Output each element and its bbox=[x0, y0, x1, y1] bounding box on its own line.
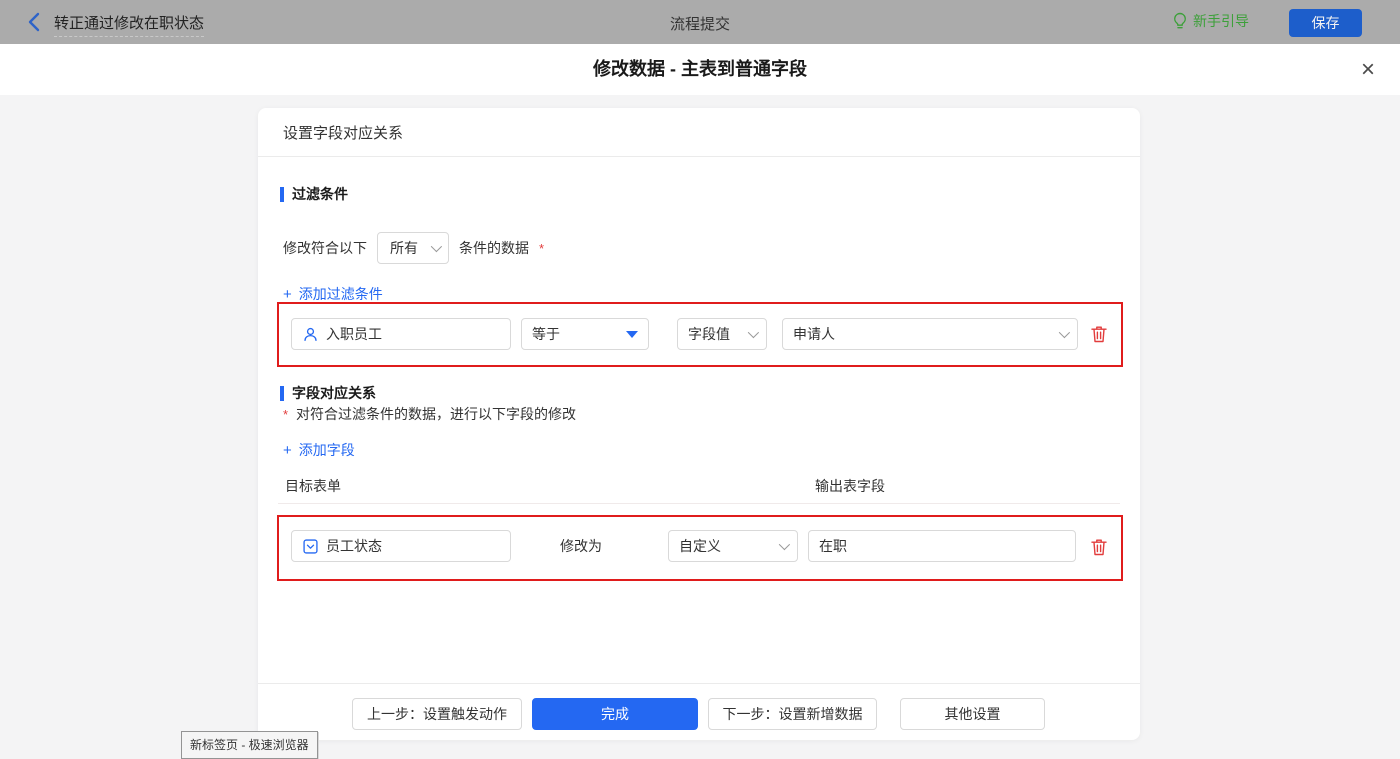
dropdown-arrow-icon bbox=[626, 330, 638, 338]
condition-suffix-label: 条件的数据 bbox=[459, 240, 529, 256]
target-field-value: 员工状态 bbox=[326, 538, 382, 554]
settings-card: 设置字段对应关系 过滤条件 修改符合以下 所有 条件的数据 * + 添加过滤条件 bbox=[258, 108, 1140, 740]
plus-icon: + bbox=[283, 285, 292, 303]
filter-field-value: 入职员工 bbox=[326, 326, 382, 342]
target-field-input[interactable]: 员工状态 bbox=[291, 530, 511, 562]
person-icon bbox=[304, 327, 317, 341]
mapping-section-title: 字段对应关系 bbox=[280, 383, 376, 403]
filter-section-title: 过滤条件 bbox=[280, 184, 348, 204]
card-title: 设置字段对应关系 bbox=[283, 125, 404, 142]
modify-type-select[interactable]: 自定义 bbox=[668, 530, 798, 562]
divider bbox=[278, 503, 1120, 504]
next-step-button[interactable]: 下一步：设置新增数据 bbox=[708, 698, 877, 730]
divider bbox=[258, 683, 1140, 684]
page-title: 流程提交 bbox=[669, 16, 731, 33]
flow-name-label[interactable]: 转正通过修改在职状态 bbox=[54, 12, 205, 37]
modify-to-label: 修改为 bbox=[560, 538, 602, 554]
newbie-guide-label: 新手引导 bbox=[1193, 13, 1249, 29]
target-form-column-header: 目标表单 bbox=[285, 478, 341, 494]
custom-value: 在职 bbox=[819, 538, 847, 554]
chevron-left-icon bbox=[28, 12, 40, 32]
add-filter-condition-link[interactable]: + 添加过滤条件 bbox=[283, 284, 383, 304]
required-mark: * bbox=[283, 407, 289, 422]
section-accent-bar bbox=[280, 186, 284, 202]
newbie-guide-link[interactable]: 新手引导 bbox=[1172, 11, 1249, 31]
condition-prefix-label: 修改符合以下 bbox=[283, 240, 367, 256]
divider bbox=[258, 156, 1140, 157]
chevron-down-icon bbox=[747, 326, 760, 339]
lightbulb-icon bbox=[1174, 12, 1186, 29]
modal-title: 修改数据 - 主表到普通字段 bbox=[593, 59, 807, 79]
condition-row: 修改符合以下 所有 条件的数据 * bbox=[283, 232, 544, 264]
save-button[interactable]: 保存 bbox=[1289, 9, 1362, 37]
other-settings-button[interactable]: 其他设置 bbox=[900, 698, 1045, 730]
value-type-select[interactable]: 字段值 bbox=[677, 318, 767, 350]
delete-filter-row-button[interactable] bbox=[1089, 324, 1109, 344]
back-button[interactable] bbox=[24, 11, 46, 33]
section-accent-bar bbox=[280, 385, 284, 401]
select-field-icon bbox=[303, 538, 318, 554]
top-bar: 转正通过修改在职状态 流程提交 新手引导 保存 bbox=[0, 0, 1400, 44]
condition-mode-select[interactable]: 所有 bbox=[377, 232, 449, 264]
output-field-column-header: 输出表字段 bbox=[815, 478, 885, 494]
add-field-link[interactable]: + 添加字段 bbox=[283, 440, 355, 460]
delete-mapping-row-button[interactable] bbox=[1089, 537, 1109, 557]
mapping-description: 对符合过滤条件的数据，进行以下字段的修改 bbox=[296, 406, 576, 422]
modal-header: 修改数据 - 主表到普通字段 × bbox=[0, 44, 1400, 95]
operator-select[interactable]: 等于 bbox=[521, 318, 649, 350]
chevron-down-icon bbox=[778, 538, 791, 551]
prev-step-button[interactable]: 上一步：设置触发动作 bbox=[352, 698, 522, 730]
plus-icon: + bbox=[283, 441, 292, 459]
trash-icon bbox=[1091, 539, 1107, 556]
filter-field-input[interactable]: 入职员工 bbox=[291, 318, 511, 350]
chevron-down-icon bbox=[1058, 326, 1071, 339]
custom-value-input[interactable]: 在职 bbox=[808, 530, 1076, 562]
close-icon[interactable]: × bbox=[1354, 56, 1382, 84]
filter-value-select[interactable]: 申请人 bbox=[782, 318, 1078, 350]
modal-body: 设置字段对应关系 过滤条件 修改符合以下 所有 条件的数据 * + 添加过滤条件 bbox=[0, 95, 1400, 755]
done-button[interactable]: 完成 bbox=[532, 698, 698, 730]
required-mark: * bbox=[539, 240, 545, 256]
trash-icon bbox=[1091, 326, 1107, 343]
chevron-down-icon bbox=[430, 240, 443, 253]
